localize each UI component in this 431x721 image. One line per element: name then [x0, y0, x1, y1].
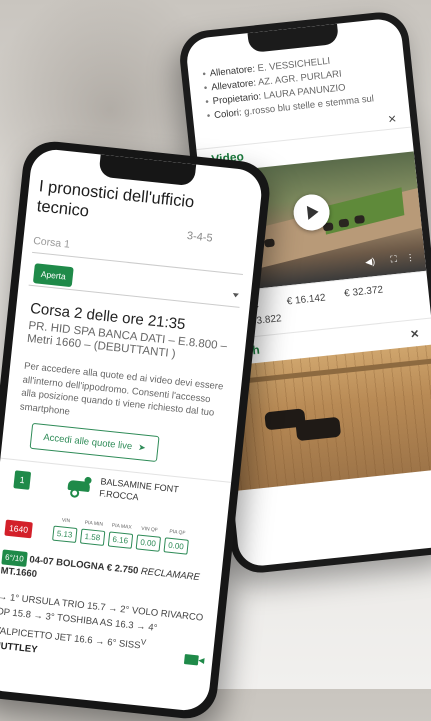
more-icon[interactable]: ⋮: [405, 252, 415, 264]
runner-names: BALSAMINE FONT F.ROCCA: [99, 475, 180, 507]
odds-pia-max[interactable]: PIA MAX 6.16: [107, 522, 134, 549]
sulky-icon: [67, 479, 91, 493]
volume-icon[interactable]: ◀): [365, 256, 376, 268]
rating-badge: 1640: [4, 519, 33, 539]
video-camera-icon[interactable]: [183, 654, 199, 666]
position-badge: 6°/10: [1, 549, 28, 567]
close-icon[interactable]: ×: [409, 320, 420, 347]
close-icon[interactable]: ×: [387, 110, 397, 127]
fullscreen-icon[interactable]: ⛶: [390, 254, 397, 266]
send-arrow-icon: ➤: [137, 442, 147, 453]
odds-pia-qf[interactable]: PIA QF 0.00: [163, 528, 189, 555]
odds-vin-qf[interactable]: VIN QF 0.00: [135, 525, 162, 552]
access-live-odds-button[interactable]: Accedi alle quote live ➤: [29, 422, 160, 463]
chevron-down-icon: [232, 293, 239, 298]
odds-vin[interactable]: VIN 5.13: [52, 517, 78, 543]
odds-pia-min[interactable]: PIA MIN 1.58: [79, 520, 106, 546]
runner-number: 1: [13, 470, 32, 490]
